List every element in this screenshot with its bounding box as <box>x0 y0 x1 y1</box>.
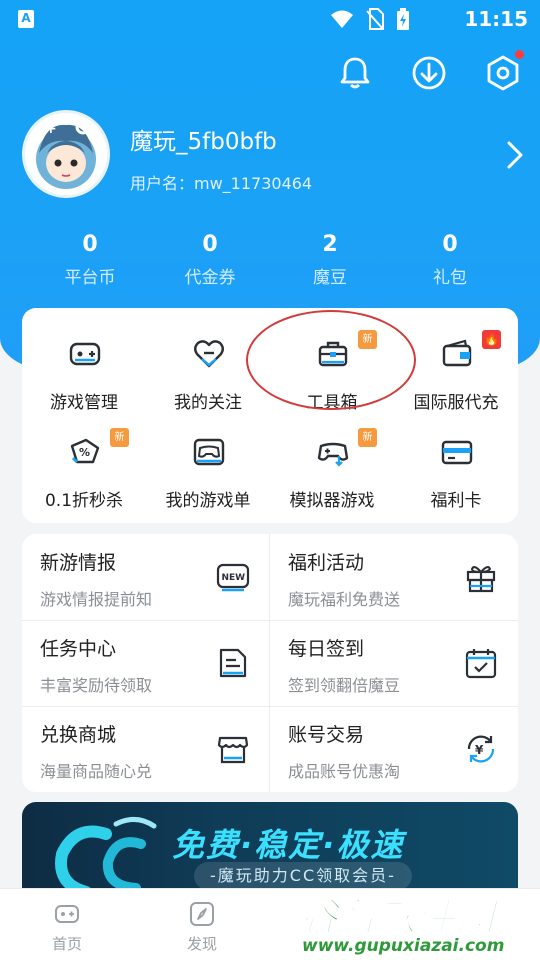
notification-dot <box>515 50 524 59</box>
stat-voucher[interactable]: 0 代金券 <box>150 232 270 288</box>
list-subtitle: 成品账号优惠淘 <box>288 762 401 781</box>
nav-label: 发现 <box>186 935 217 953</box>
controller-icon <box>193 438 225 466</box>
list-title: 账号交易 <box>288 724 365 746</box>
nickname: 魔玩_5fb0bfb <box>130 129 277 155</box>
stat-platform-coin[interactable]: 0 平台币 <box>30 232 150 288</box>
gamepad-icon <box>69 342 101 366</box>
stat-magic-bean[interactable]: 2 魔豆 <box>270 232 390 288</box>
home-gamepad-icon <box>55 905 79 923</box>
nav-label: 首页 <box>51 935 82 953</box>
stats-row: 0 平台币 0 代金券 2 魔豆 0 礼包 <box>30 232 510 288</box>
grid-label: 我的游戏单 <box>165 491 251 511</box>
user-id: 用户名：mw_11730464 <box>130 174 313 193</box>
services-list-card: 新游情报 游戏情报提前知 NEW 福利活动 魔玩福利免费送 任务中心 丰富奖励待… <box>22 534 518 792</box>
status-icons <box>330 8 410 30</box>
yen-exchange-icon: ¥ <box>467 735 495 763</box>
wifi-icon <box>331 10 353 28</box>
discount-tag-icon: % <box>70 438 100 464</box>
grid-item-flash-sale[interactable]: % 新 0.1折秒杀 <box>22 414 146 511</box>
list-item-task-center[interactable]: 任务中心 丰富奖励待领取 <box>22 620 270 706</box>
list-item-new-game-news[interactable]: 新游情报 游戏情报提前知 NEW <box>22 534 270 620</box>
app-notification-icon: A <box>18 10 34 28</box>
hot-badge: 🔥 <box>482 330 501 349</box>
stat-label: 平台币 <box>64 268 116 288</box>
chevron-right-icon[interactable] <box>506 140 524 170</box>
heart-icon <box>194 340 224 368</box>
stat-value: 0 <box>202 232 218 257</box>
card-icon <box>441 440 473 465</box>
grid-label: 0.1折秒杀 <box>44 491 124 511</box>
watermark-url: www.gupuxiazai.com <box>302 936 505 956</box>
no-sim-icon <box>366 8 384 30</box>
status-bar: A 11:15 <box>0 0 540 38</box>
list-title: 每日签到 <box>288 638 365 660</box>
grid-label: 福利卡 <box>430 491 482 511</box>
download-icon[interactable] <box>410 54 448 92</box>
status-time: 11:15 <box>464 7 528 31</box>
list-title: 新游情报 <box>40 552 117 574</box>
new-badge: 新 <box>358 428 377 447</box>
svg-text:%: % <box>79 446 90 459</box>
grid-label: 模拟器游戏 <box>289 491 375 511</box>
list-title: 兑换商城 <box>40 724 117 746</box>
grid-item-my-game-list[interactable]: 我的游戏单 <box>146 414 270 511</box>
compass-icon <box>190 902 214 926</box>
stat-value: 2 <box>322 232 338 257</box>
annotation-circle <box>246 310 416 410</box>
stat-label: 礼包 <box>433 268 467 288</box>
profile-section[interactable]: + 魔玩_5fb0bfb 用户名：mw_11730464 <box>22 110 524 200</box>
task-icon <box>219 648 247 678</box>
battery-icon <box>397 8 409 30</box>
list-item-daily-checkin[interactable]: 每日签到 签到领翻倍魔豆 <box>270 620 518 706</box>
list-item-exchange-mall[interactable]: 兑换商城 海量商品随心兑 <box>22 706 270 792</box>
nav-discover[interactable]: 发现 <box>157 889 247 960</box>
svg-text:NEW: NEW <box>222 573 246 583</box>
grid-row-2: % 新 0.1折秒杀 我的游戏单 新 模拟器游戏 福利卡 <box>22 414 518 511</box>
stat-value: 0 <box>442 232 458 257</box>
stat-label: 魔豆 <box>313 268 347 288</box>
grid-item-welfare-card[interactable]: 福利卡 <box>394 414 518 511</box>
grid-label: 我的关注 <box>174 393 242 413</box>
grid-item-emulator-games[interactable]: 新 模拟器游戏 <box>270 414 394 511</box>
grid-item-game-manage[interactable]: 游戏管理 <box>22 316 146 413</box>
list-subtitle: 游戏情报提前知 <box>40 590 153 609</box>
list-subtitle: 海量商品随心兑 <box>40 762 153 781</box>
list-item-account-trade[interactable]: 账号交易 成品账号优惠淘 ¥ <box>270 706 518 792</box>
list-item-welfare-activity[interactable]: 福利活动 魔玩福利免费送 <box>270 534 518 620</box>
header-actions <box>336 50 524 92</box>
calendar-icon <box>465 649 497 679</box>
list-subtitle: 签到领翻倍魔豆 <box>288 676 401 695</box>
stat-gift-pack[interactable]: 0 礼包 <box>390 232 510 288</box>
banner-title: 免费·稳定·极速 <box>172 826 405 864</box>
stat-label: 代金券 <box>184 268 236 288</box>
shop-icon <box>217 736 249 764</box>
settings-icon[interactable] <box>484 50 524 92</box>
gift-icon <box>466 566 496 593</box>
svg-text:¥: ¥ <box>475 743 484 757</box>
nav-home[interactable]: 首页 <box>22 889 112 960</box>
new-icon: NEW <box>216 563 250 592</box>
new-badge: 新 <box>110 428 129 447</box>
list-title: 福利活动 <box>288 552 365 574</box>
wallet-icon <box>442 339 472 367</box>
watermark-name: 谷普软件园 <box>299 894 496 940</box>
list-title: 任务中心 <box>40 638 117 660</box>
svg-text:+: + <box>45 121 57 137</box>
stat-value: 0 <box>82 232 98 257</box>
list-subtitle: 丰富奖励待领取 <box>40 676 153 695</box>
list-subtitle: 魔玩福利免费送 <box>288 590 401 609</box>
site-watermark: 谷普软件园 www.gupuxiazai.com <box>296 886 540 960</box>
bell-icon[interactable] <box>336 54 374 92</box>
joystick-download-icon <box>317 442 349 467</box>
grid-label: 国际服代充 <box>413 393 499 413</box>
grid-label: 游戏管理 <box>50 393 118 413</box>
avatar[interactable]: + <box>22 110 110 198</box>
